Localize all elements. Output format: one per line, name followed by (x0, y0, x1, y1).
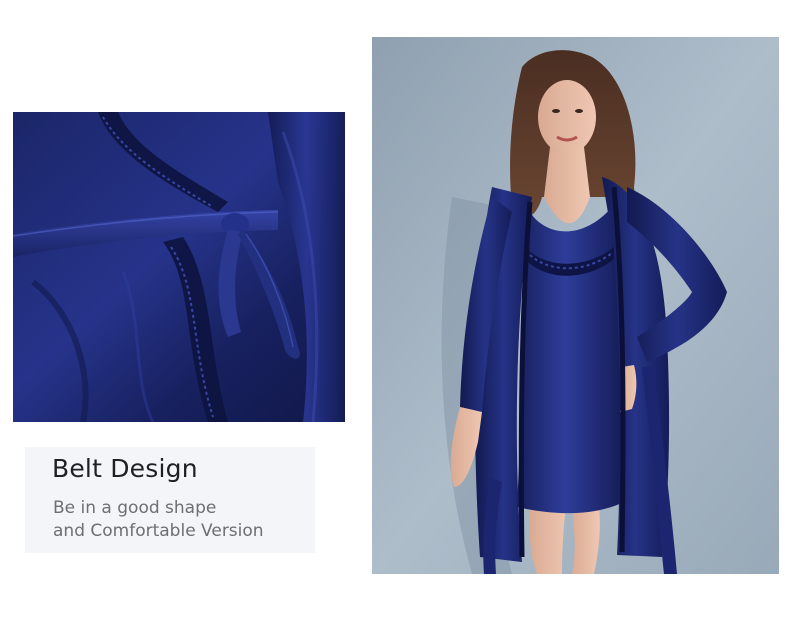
belt-detail-image (13, 112, 345, 422)
caption-line-1: Be in a good shape (53, 498, 217, 518)
caption-title: Belt Design (52, 454, 198, 483)
caption-card: Belt Design Be in a good shape and Comfo… (25, 447, 315, 553)
model-photo (372, 37, 779, 574)
belt-detail-photo (13, 112, 345, 422)
model-image (372, 37, 779, 574)
caption-line-2: and Comfortable Version (53, 521, 264, 541)
